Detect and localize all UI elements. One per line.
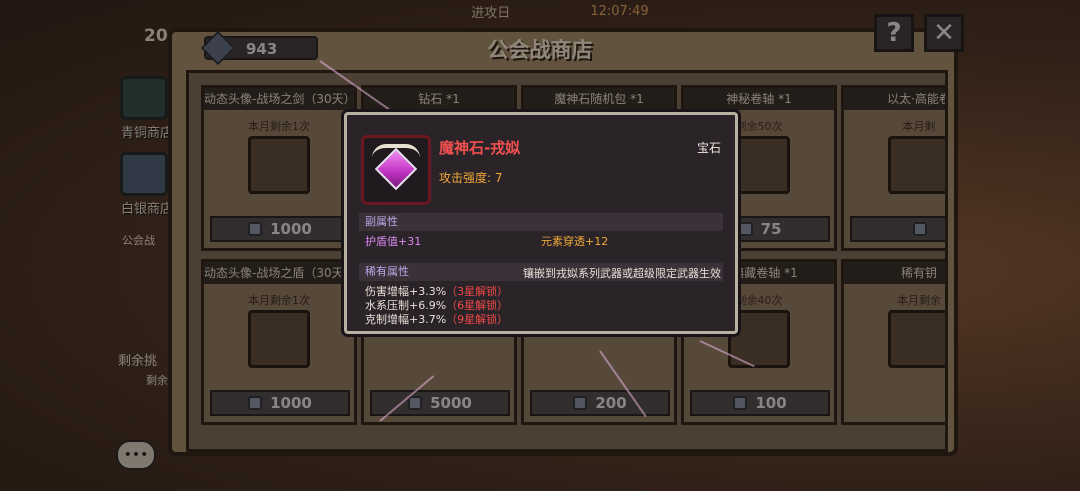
item-tooltip: 魔神石-戎姒 宝石 攻击强度: 7 副属性 护盾值+31 元素穿透+12 稀有属… <box>344 112 738 334</box>
item-type: 宝石 <box>696 141 721 155</box>
item-attack: 攻击强度: 7 <box>439 171 503 185</box>
rare-note: 镶嵌到戎姒系列武器或超级限定武器生效 <box>523 267 721 280</box>
secondary-stat: 护盾值+31 <box>365 235 422 248</box>
rare-header-label: 稀有属性 <box>365 265 409 278</box>
secondary-header: 副属性 <box>359 213 723 231</box>
rare-stat-text: 克制增幅+3.7% <box>365 313 447 326</box>
item-name: 魔神石-戎姒 <box>439 139 521 157</box>
secondary-stat: 元素穿透+12 <box>541 235 609 248</box>
unlock-condition: （9星解锁） <box>446 313 509 326</box>
gem-item-icon <box>361 135 431 205</box>
rare-stat: 克制增幅+3.7%（9星解锁） <box>365 311 508 327</box>
